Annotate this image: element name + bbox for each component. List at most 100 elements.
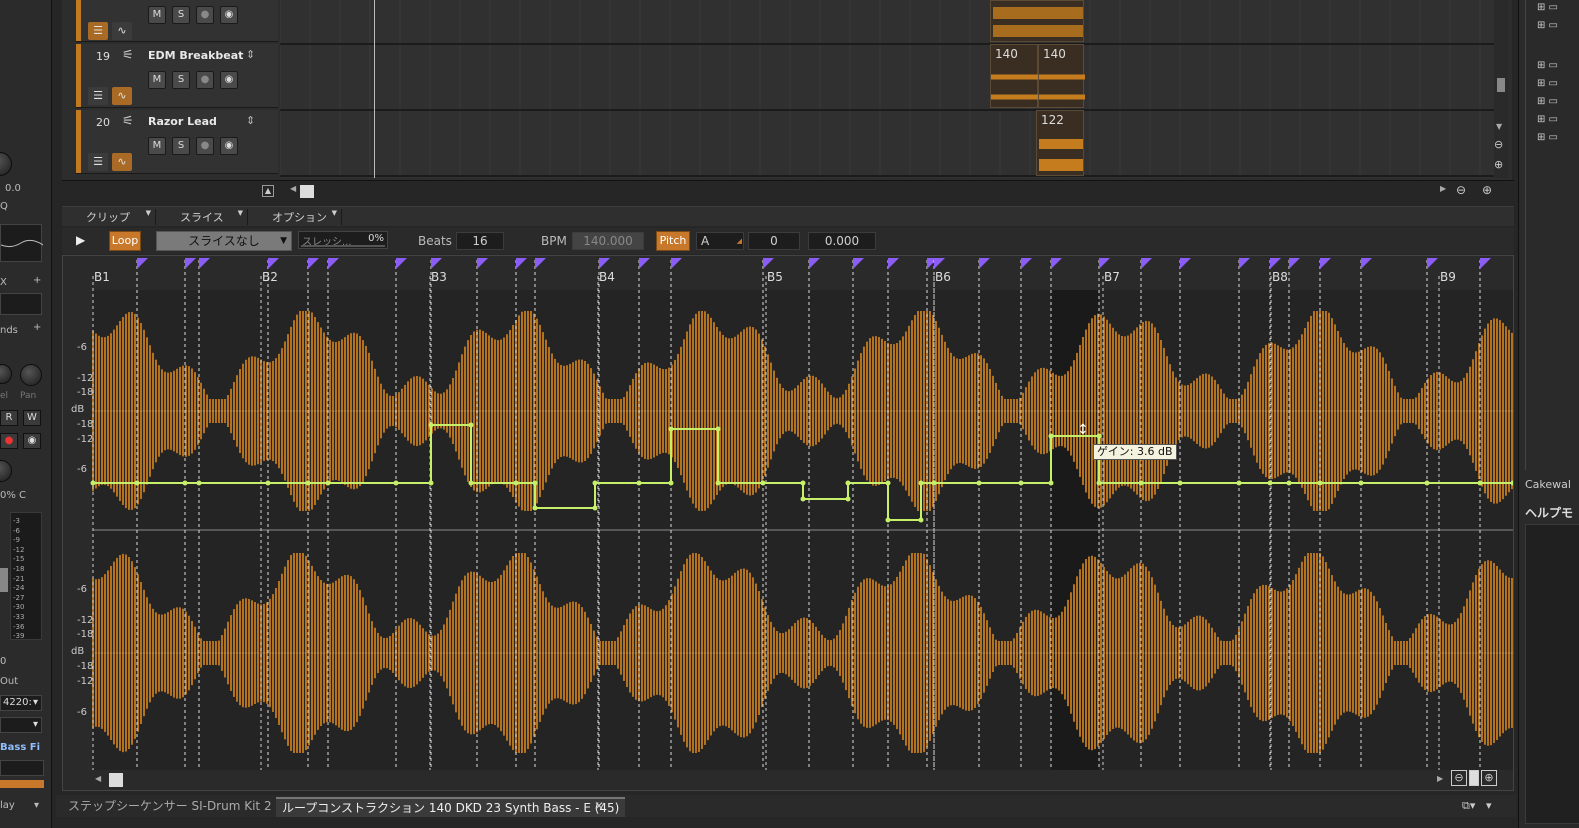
track-name[interactable]: Razor Lead bbox=[148, 115, 244, 128]
track-19[interactable]: 19 ⚟ EDM Breakbeat ⇕ M S ● ◉ ☰ ∿ bbox=[76, 44, 278, 108]
sample-rate-select[interactable]: 4220: ▾ bbox=[0, 695, 42, 711]
arrange-grid[interactable]: 140 140 122 bbox=[279, 0, 1494, 178]
mute-button[interactable]: M bbox=[148, 71, 166, 89]
record-arm-button[interactable]: ● bbox=[0, 433, 18, 449]
pitch-button[interactable]: Pitch bbox=[656, 231, 690, 251]
mute-button[interactable]: M bbox=[148, 6, 166, 24]
envelope-node bbox=[468, 422, 474, 428]
waveform-canvas[interactable] bbox=[63, 256, 1516, 790]
solo-button[interactable]: S bbox=[172, 137, 190, 155]
db-label: dB bbox=[71, 646, 85, 657]
input-echo-button[interactable]: ◉ bbox=[220, 6, 238, 24]
track-name[interactable]: EDM Breakbeat bbox=[148, 49, 244, 62]
cents-field[interactable]: 0.000 bbox=[808, 232, 876, 250]
browser-list[interactable] bbox=[1525, 0, 1575, 470]
close-tab-icon[interactable]: ✕ bbox=[594, 799, 604, 813]
zoom-in-icon[interactable]: ⊕ bbox=[1481, 770, 1497, 786]
clip-waveform bbox=[1039, 74, 1085, 100]
menu-options-label: オプション bbox=[272, 211, 327, 224]
tab-loop-construction[interactable]: ループコンストラクション 140 DKD 23 Synth Bass - E (… bbox=[276, 797, 626, 817]
automation-icon[interactable]: ∿ bbox=[112, 153, 132, 171]
playhead[interactable] bbox=[374, 0, 375, 178]
dropdown-icon[interactable]: ▾ bbox=[34, 800, 39, 811]
bpm-field[interactable]: 140.000 bbox=[572, 232, 644, 250]
clip-view-icon[interactable]: ☰ bbox=[88, 153, 108, 171]
semitone-field[interactable]: 0 bbox=[748, 232, 800, 250]
cakewalk-label: Cakewal bbox=[1525, 478, 1571, 491]
solo-button[interactable]: S bbox=[172, 6, 190, 24]
pan-knob[interactable] bbox=[20, 364, 42, 386]
zoom-out-icon[interactable]: ⊖ bbox=[1456, 183, 1466, 197]
loop-button[interactable]: Loop bbox=[109, 231, 141, 251]
add-send-icon[interactable]: + bbox=[33, 322, 41, 333]
automation-icon[interactable]: ∿ bbox=[112, 87, 132, 105]
zoom-out-icon[interactable]: ⊖ bbox=[1494, 138, 1503, 151]
input-echo-button[interactable]: ◉ bbox=[220, 137, 238, 155]
scroll-left-icon[interactable]: ◀ bbox=[290, 184, 296, 193]
eq-graph[interactable] bbox=[0, 224, 44, 262]
hscroll-thumb[interactable] bbox=[300, 185, 314, 198]
key-select[interactable]: A ◢ bbox=[696, 232, 744, 250]
collapse-icon[interactable]: ▲ bbox=[262, 185, 274, 197]
beats-label: Beats bbox=[418, 234, 452, 248]
track-hscroll[interactable]: ▲ ◀ ▶ ⊖ ⊕ bbox=[62, 180, 1514, 202]
track-name-field[interactable] bbox=[0, 760, 44, 776]
zoom-out-icon[interactable]: ⊖ bbox=[1451, 770, 1467, 786]
slice-mode-select[interactable]: スライスなし ▼ bbox=[156, 231, 292, 251]
envelope-node bbox=[885, 517, 891, 523]
bar-label: B8 bbox=[1272, 270, 1288, 284]
arm-button[interactable]: ● bbox=[196, 6, 214, 24]
audio-clip[interactable]: 140 bbox=[1038, 44, 1085, 108]
clip-view-icon[interactable]: ☰ bbox=[88, 22, 108, 40]
zoom-in-icon[interactable]: ⊕ bbox=[1482, 183, 1492, 197]
arm-button[interactable]: ● bbox=[196, 137, 214, 155]
zoom-slider[interactable] bbox=[1469, 770, 1479, 786]
collapse-panel-icon[interactable]: ▾ bbox=[1486, 799, 1492, 812]
scroll-right-icon[interactable]: ▶ bbox=[1440, 184, 1446, 193]
tab-step-sequencer[interactable]: ステップシーケンサー SI-Drum Kit 2 bbox=[62, 797, 278, 817]
scroll-left-icon[interactable]: ◀ bbox=[95, 774, 101, 783]
fader-handle[interactable] bbox=[0, 568, 8, 592]
beats-field[interactable]: 16 bbox=[456, 232, 504, 250]
automation-icon[interactable]: ∿ bbox=[112, 22, 132, 40]
audio-clip[interactable]: 122 bbox=[1036, 110, 1084, 176]
play-icon[interactable]: ▶ bbox=[76, 233, 85, 247]
zoom-in-icon[interactable]: ⊕ bbox=[1494, 158, 1503, 171]
expand-icon[interactable]: ⇕ bbox=[246, 114, 255, 127]
scroll-thumb[interactable] bbox=[1497, 78, 1505, 92]
dropdown-icon: ◢ bbox=[736, 237, 742, 245]
input-echo-button[interactable]: ◉ bbox=[220, 71, 238, 89]
write-button[interactable]: W bbox=[23, 410, 41, 426]
envelope-node bbox=[1048, 480, 1054, 486]
menu-options[interactable]: オプション ▼ bbox=[248, 209, 342, 225]
gain-knob[interactable] bbox=[0, 364, 12, 384]
dropdown-icon: ▼ bbox=[145, 209, 151, 217]
expand-icon[interactable]: ⇕ bbox=[246, 48, 255, 61]
audio-clip[interactable]: 140 bbox=[990, 44, 1039, 108]
threshold-slider[interactable]: スレッシ... 0% bbox=[298, 231, 388, 249]
float-window-icon[interactable]: ⧉▾ bbox=[1462, 799, 1475, 813]
loop-construction-view[interactable]: B1 B2 B3 B4 B5 B6 B7 B8 B9 -6 -12 -18 dB -18 -12 -6 -6… bbox=[62, 255, 1516, 791]
track-20[interactable]: 20 ⚟ Razor Lead ⇕ M S ● ◉ ☰ ∿ bbox=[76, 110, 278, 174]
clip-view-icon[interactable]: ☰ bbox=[88, 87, 108, 105]
menu-slice[interactable]: スライス ▼ bbox=[156, 209, 248, 225]
volume-knob[interactable] bbox=[0, 152, 12, 176]
scroll-down-icon[interactable]: ▼ bbox=[1496, 122, 1502, 131]
solo-button[interactable]: S bbox=[172, 71, 190, 89]
menu-clip[interactable]: クリップ ▼ bbox=[62, 209, 156, 225]
track-18[interactable]: M S ● ◉ ☰ ∿ bbox=[76, 0, 278, 42]
input-echo-button[interactable]: ◉ bbox=[23, 433, 41, 449]
read-button[interactable]: R bbox=[0, 410, 18, 426]
hscroll-thumb[interactable] bbox=[109, 773, 123, 787]
add-fx-icon[interactable]: + bbox=[33, 275, 41, 286]
vertical-scrollbar[interactable]: ▼ ⊖ ⊕ bbox=[1494, 0, 1508, 178]
slice-mode-value: スライスなし bbox=[188, 234, 260, 248]
db-label: -18 bbox=[77, 629, 94, 640]
audio-clip[interactable] bbox=[990, 0, 1084, 42]
mute-button[interactable]: M bbox=[148, 137, 166, 155]
scroll-right-icon[interactable]: ▶ bbox=[1437, 774, 1443, 783]
arm-button[interactable]: ● bbox=[196, 71, 214, 89]
output-select[interactable]: ▾ bbox=[0, 717, 42, 733]
fx-slot[interactable] bbox=[0, 293, 42, 315]
trim-knob[interactable] bbox=[0, 460, 12, 482]
